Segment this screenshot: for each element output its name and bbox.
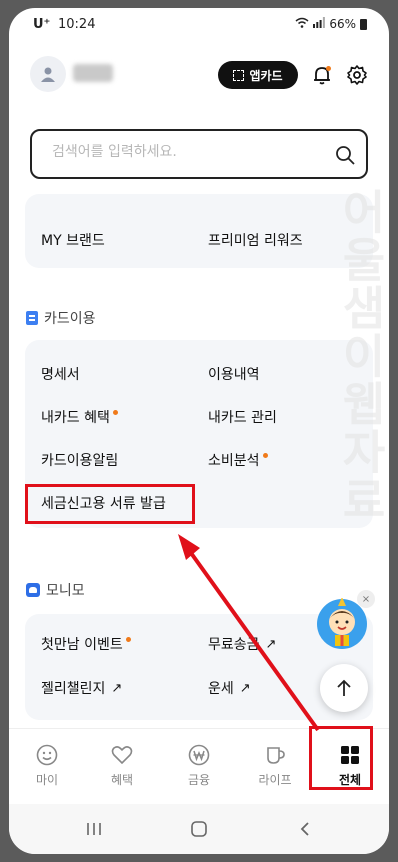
system-nav-bar <box>9 804 389 854</box>
status-icons: 66% <box>295 17 367 31</box>
smile-icon <box>36 744 58 765</box>
tab-finance[interactable]: 금융 <box>162 729 236 801</box>
user-icon <box>41 67 55 82</box>
username-blurred <box>73 64 113 82</box>
menu-item-usage-history[interactable]: 이용내역 <box>208 364 260 384</box>
menu-item-first-meeting-event[interactable]: 첫만남 이벤트 <box>41 634 131 654</box>
menu-item-my-card-benefits[interactable]: 내카드 혜택 <box>41 407 118 427</box>
section-title-card-usage: 카드이용 <box>26 308 96 328</box>
appcard-label: 앱카드 <box>249 68 283 83</box>
new-dot-badge <box>112 409 118 415</box>
section-title-monimo: 모니모 <box>26 580 85 600</box>
external-link-icon: ↗ <box>265 636 277 652</box>
external-link-icon: ↗ <box>111 680 123 696</box>
new-dot-badge <box>262 452 268 458</box>
scroll-top-button[interactable] <box>320 664 368 712</box>
annotation-highlight-box <box>25 484 195 524</box>
menu-item-card-usage-alert[interactable]: 카드이용알림 <box>41 450 118 470</box>
menu-item-fortune[interactable]: 운세 ↗ <box>208 678 251 698</box>
search-input[interactable] <box>52 144 312 160</box>
menu-item-my-card-management[interactable]: 내카드 관리 <box>208 407 277 427</box>
menu-item-statement[interactable]: 명세서 <box>41 364 80 384</box>
battery-icon <box>360 18 367 30</box>
home-icon[interactable] <box>187 819 211 839</box>
avatar[interactable] <box>30 56 66 92</box>
external-link-icon: ↗ <box>239 680 251 696</box>
recent-apps-icon[interactable] <box>82 819 106 839</box>
wifi-icon <box>295 17 309 31</box>
menu-item-my-brand[interactable]: MY 브랜드 <box>41 230 105 250</box>
watermark: 어울샘이웹자료 <box>334 188 388 524</box>
battery-percent: 66% <box>329 17 356 31</box>
clock: 10:24 <box>58 17 96 32</box>
tab-benefits[interactable]: 혜택 <box>85 729 159 801</box>
gear-icon[interactable] <box>346 64 368 86</box>
cup-icon <box>267 746 285 764</box>
won-icon <box>188 744 210 765</box>
document-icon <box>26 311 38 325</box>
arrow-up-icon <box>337 679 351 696</box>
bell-icon[interactable] <box>311 64 333 86</box>
back-icon[interactable] <box>293 819 317 839</box>
monimo-icon <box>26 583 40 597</box>
tab-life[interactable]: 라이프 <box>238 729 312 801</box>
menu-item-free-transfer[interactable]: 무료송금 ↗ <box>208 634 276 654</box>
menu-item-jelly-challenge[interactable]: 젤리챌린지 ↗ <box>41 678 122 698</box>
status-bar: U⁺ 10:24 66% <box>9 8 389 42</box>
close-icon[interactable]: × <box>357 590 375 608</box>
heart-icon <box>111 745 133 764</box>
scan-icon <box>233 69 245 81</box>
header: 앱카드 <box>9 52 389 98</box>
tab-my[interactable]: 마이 <box>10 729 84 801</box>
search-box[interactable] <box>30 129 368 179</box>
brand-card: MY 브랜드 프리미엄 리워즈 <box>25 194 373 268</box>
signal-icon <box>313 17 326 31</box>
new-dot-badge <box>125 636 131 642</box>
search-icon[interactable] <box>334 144 356 166</box>
annotation-tab-highlight-box <box>309 726 373 790</box>
menu-item-spending-analysis[interactable]: 소비분석 <box>208 450 268 470</box>
carrier-label: U⁺ <box>33 17 51 32</box>
menu-item-premium-rewards[interactable]: 프리미엄 리워즈 <box>208 230 303 250</box>
appcard-button[interactable]: 앱카드 <box>218 61 298 89</box>
